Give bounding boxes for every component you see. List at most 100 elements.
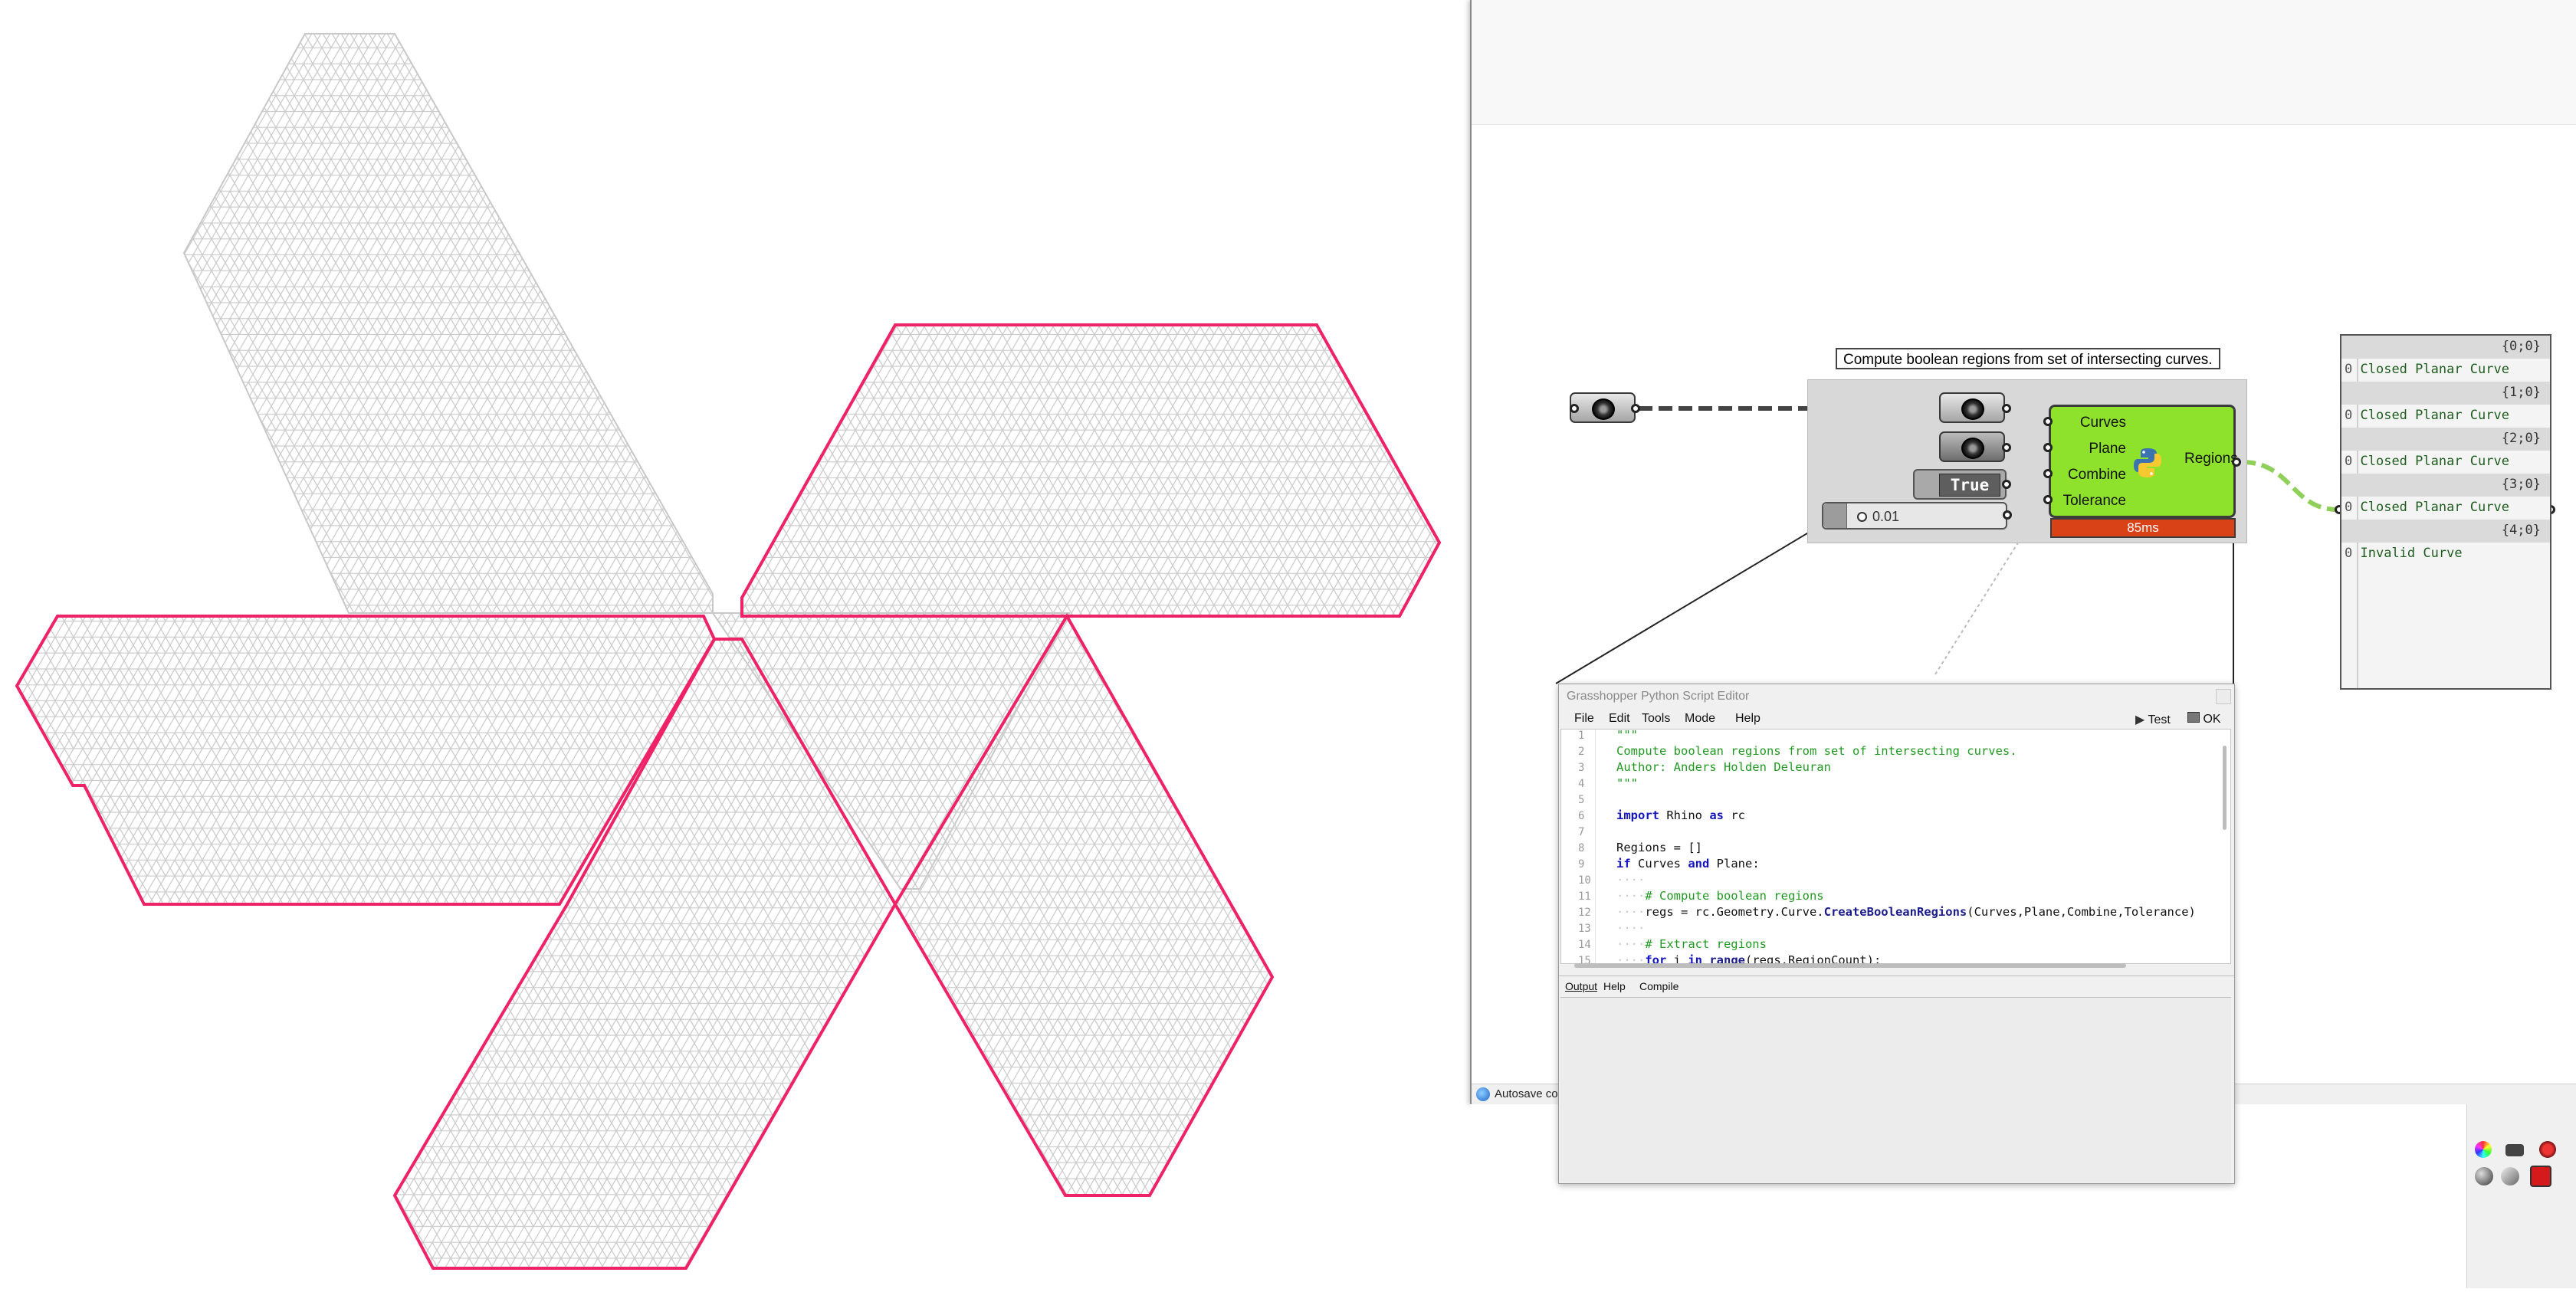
vertical-scrollbar[interactable] — [2223, 746, 2227, 830]
indent-dots: ···· — [1616, 873, 1646, 887]
indent-dots: ···· — [1616, 921, 1646, 935]
output-console[interactable] — [1560, 997, 2231, 1182]
timing-bar: 85ms — [2050, 518, 2236, 538]
line-number: 3 — [1578, 762, 1585, 774]
line-number: 4 — [1578, 778, 1585, 790]
tab-help[interactable]: Help — [1603, 980, 1626, 992]
curve-param[interactable] — [1939, 392, 2005, 423]
region-upper-right — [740, 323, 1442, 618]
branch-path: {4;0} — [2501, 523, 2541, 538]
bug-icon[interactable] — [2539, 1141, 2556, 1158]
rhino-viewport[interactable] — [0, 0, 1470, 1288]
line-number: 9 — [1578, 858, 1585, 871]
port-in-plane[interactable] — [2043, 443, 2053, 452]
port-plane-out[interactable] — [2002, 443, 2011, 452]
line-number: 2 — [1578, 746, 1585, 758]
line-number: 6 — [1578, 810, 1585, 822]
test-button[interactable]: ▶ Test — [2135, 712, 2171, 727]
output-panel[interactable]: {0;0} 0 Closed Planar Curve {1;0} 0 Clos… — [2340, 334, 2551, 690]
ok-button[interactable]: OK — [2187, 712, 2221, 726]
render-icon[interactable] — [2530, 1166, 2551, 1187]
port-out-regions[interactable] — [2232, 457, 2241, 467]
ok-icon — [2187, 712, 2200, 723]
code-line: import Rhino as rc — [1616, 808, 1745, 822]
slider-grip[interactable] — [1823, 503, 1847, 528]
port-slider-out[interactable] — [2003, 510, 2012, 520]
port-in-curves[interactable] — [2043, 417, 2053, 426]
menu-tools[interactable]: Tools — [1642, 712, 1670, 726]
code-line: ····# Extract regions — [1616, 937, 1767, 951]
menu-help[interactable]: Help — [1735, 712, 1761, 726]
editor-menubar: File Edit Tools Mode Help ▶ Test OK — [1559, 709, 2234, 729]
port-toggle-out[interactable] — [2002, 480, 2011, 489]
toggle-value[interactable]: True — [1939, 474, 2000, 497]
curve-param-icon — [1592, 398, 1615, 420]
panel-item: 0 Closed Planar Curve — [2345, 500, 2509, 515]
component-tooltip: Compute boolean regions from set of inte… — [1836, 348, 2220, 369]
input-curves: Curves — [2079, 415, 2126, 431]
branch-path: {2;0} — [2501, 431, 2541, 446]
input-plane: Plane — [2089, 441, 2126, 457]
code-line: Regions = [] — [1616, 841, 1702, 854]
menu-edit[interactable]: Edit — [1609, 712, 1630, 726]
branch-path: {3;0} — [2501, 477, 2541, 492]
grey-hex-panel — [182, 33, 714, 614]
code-line: ····for i in range(regs.RegionCount): — [1616, 953, 1882, 964]
input-combine: Combine — [2067, 467, 2126, 483]
slider-handle[interactable] — [1857, 512, 1867, 522]
color-wheel-icon[interactable] — [2475, 1141, 2492, 1158]
code-editor[interactable]: 1 2 3 4 5 6 7 8 9 10 11 12 13 14 15 """ … — [1560, 729, 2231, 964]
code-line: Author: Anders Holden Deleuran — [1616, 760, 1831, 774]
line-number: 11 — [1578, 890, 1591, 903]
branch-path: {1;0} — [2501, 385, 2541, 400]
plane-param-icon — [1961, 438, 1984, 459]
panel-item: 0 Closed Planar Curve — [2345, 454, 2509, 469]
tab-compile[interactable]: Compile — [1639, 980, 1679, 992]
code-line: """ — [1616, 776, 1638, 790]
panel-item: 0 Invalid Curve — [2345, 546, 2463, 561]
plane-param[interactable] — [1939, 431, 2005, 462]
panel-item: 0 Closed Planar Curve — [2345, 362, 2509, 377]
code-line: Compute boolean regions from set of inte… — [1616, 744, 2017, 758]
editor-bottom-tabs: Output Help Compile — [1559, 976, 2234, 998]
menu-mode[interactable]: Mode — [1685, 712, 1715, 726]
editor-title[interactable]: Grasshopper Python Script Editor — [1559, 684, 2234, 709]
branch-path: {0;0} — [2501, 339, 2541, 354]
python-logo-icon — [2134, 448, 2161, 477]
line-number: 14 — [1578, 939, 1591, 951]
port-curve-left-out[interactable] — [1631, 404, 1640, 413]
line-number: 13 — [1578, 923, 1591, 935]
grasshopper-ribbon — [1472, 0, 2576, 125]
line-number: 1 — [1578, 730, 1585, 742]
sphere-icon[interactable] — [2475, 1167, 2493, 1185]
port-curve-out[interactable] — [2002, 404, 2011, 413]
layer-icon[interactable] — [2501, 1167, 2519, 1185]
port-in-combine[interactable] — [2043, 469, 2053, 478]
port-curve-in[interactable] — [1570, 404, 1579, 413]
curve-param-icon — [1961, 398, 1984, 420]
code-line: ····# Compute boolean regions — [1616, 889, 1824, 903]
tab-output[interactable]: Output — [1565, 980, 1597, 992]
port-in-tolerance[interactable] — [2043, 495, 2053, 504]
display-icon[interactable] — [2505, 1144, 2524, 1156]
play-icon: ▶ — [2135, 713, 2145, 726]
input-tolerance: Tolerance — [2062, 493, 2126, 509]
output-regions: Regions — [2184, 451, 2238, 467]
close-button[interactable] — [2216, 689, 2231, 704]
autosave-icon — [1476, 1087, 1490, 1101]
line-number-gutter: 1 2 3 4 5 6 7 8 9 10 11 12 13 14 15 — [1561, 730, 1596, 963]
line-number: 7 — [1578, 826, 1585, 838]
horizontal-scrollbar[interactable] — [1574, 963, 2126, 968]
boolean-toggle[interactable]: True — [1913, 469, 2007, 500]
code-line: if Curves and Plane: — [1616, 857, 1760, 871]
line-number: 8 — [1578, 842, 1585, 854]
menu-file[interactable]: File — [1574, 712, 1594, 726]
slider-value: 0.01 — [1872, 509, 1900, 524]
code-line: """ — [1616, 729, 1638, 742]
python-component[interactable]: Curves Plane Combine Tolerance Regions — [2049, 405, 2238, 518]
number-slider[interactable]: 0.01 — [1822, 502, 2007, 530]
curve-param-left[interactable] — [1570, 392, 1636, 423]
viewport-geometry — [15, 33, 1442, 1270]
line-number: 5 — [1578, 794, 1585, 806]
python-script-editor: Grasshopper Python Script Editor File Ed… — [1558, 684, 2235, 1184]
